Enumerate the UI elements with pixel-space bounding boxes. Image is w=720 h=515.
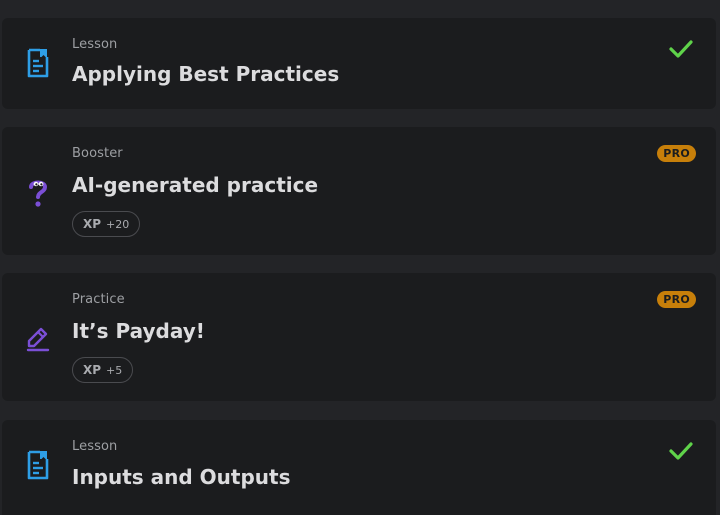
check-icon (669, 40, 693, 58)
xp-value: +5 (106, 363, 123, 377)
xp-label: XP (83, 363, 102, 377)
item-title: Inputs and Outputs (72, 465, 291, 489)
pro-badge: PRO (657, 291, 696, 308)
lesson-icon (24, 48, 52, 78)
item-type-label: Lesson (72, 37, 118, 52)
xp-badge: XP +5 (72, 357, 134, 383)
lesson-card-inputs-and-outputs[interactable]: Lesson Inputs and Outputs (2, 420, 716, 515)
lesson-card-applying-best-practices[interactable]: Lesson Applying Best Practices (2, 18, 716, 109)
check-icon (669, 442, 693, 460)
xp-value: +20 (106, 217, 130, 231)
item-type-label: Practice (72, 292, 125, 307)
item-type-label: Lesson (72, 439, 118, 454)
practice-card-its-payday[interactable]: Practice It’s Payday! XP +5 PRO (2, 273, 716, 401)
xp-badge: XP +20 (72, 211, 141, 237)
question-mark-icon (24, 178, 52, 208)
item-title: It’s Payday! (72, 319, 205, 343)
booster-card-ai-generated-practice[interactable]: Booster AI-generated practice XP +20 PRO (2, 127, 716, 255)
lesson-list: Lesson Applying Best Practices Booster A… (0, 0, 720, 515)
lesson-icon (24, 450, 52, 480)
pencil-icon (24, 323, 52, 353)
pro-badge: PRO (657, 145, 696, 162)
xp-label: XP (83, 217, 102, 231)
item-type-label: Booster (72, 146, 123, 161)
item-title: AI-generated practice (72, 173, 319, 197)
item-title: Applying Best Practices (72, 62, 340, 86)
